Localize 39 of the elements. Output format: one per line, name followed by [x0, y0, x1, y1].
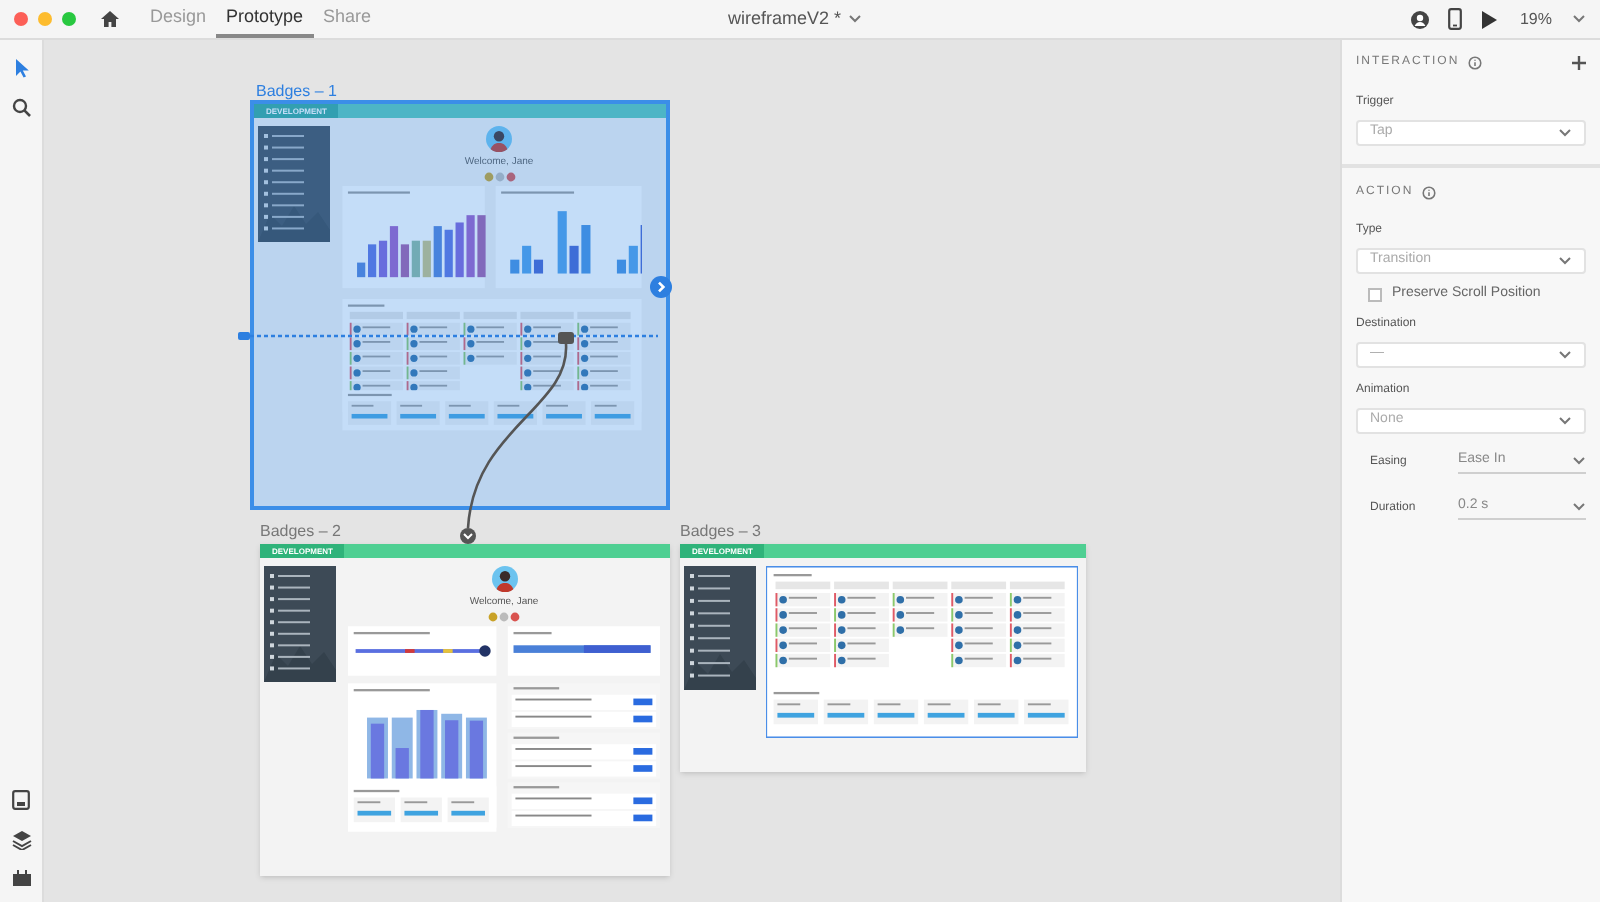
avatar-icon — [486, 126, 512, 152]
user-icon[interactable] — [1409, 9, 1430, 29]
connector-wire[interactable] — [454, 328, 578, 548]
sidebar-drawing — [684, 566, 756, 690]
home-icon[interactable] — [100, 10, 120, 28]
plus-icon[interactable] — [1572, 56, 1586, 70]
artboard-title[interactable]: Badges – 2 — [260, 520, 341, 544]
scroll-position-line[interactable] — [238, 330, 658, 342]
phone-icon[interactable] — [1447, 8, 1462, 30]
play-icon[interactable] — [1479, 9, 1498, 29]
zoom-select[interactable]: 19% — [1519, 7, 1586, 31]
close-icon[interactable] — [14, 12, 28, 26]
chevron-down-icon — [1558, 256, 1572, 266]
sidebar-drawing — [264, 566, 336, 682]
layers-icon[interactable] — [11, 830, 31, 850]
chevron-down-icon — [1558, 128, 1572, 138]
checkbox[interactable] — [1368, 287, 1382, 302]
chevron-down-icon — [847, 14, 862, 24]
info-icon[interactable] — [1467, 56, 1482, 70]
tab[interactable]: Share — [313, 0, 382, 38]
badges-icon — [483, 172, 515, 182]
tab[interactable]: Design — [140, 0, 217, 38]
artboard-title[interactable]: Badges – 3 — [680, 520, 761, 544]
chevron-down-icon — [1558, 415, 1572, 425]
plugins-icon[interactable] — [11, 868, 31, 886]
info-icon[interactable] — [1421, 186, 1436, 200]
avatar-icon — [491, 566, 517, 592]
chevron-down-icon — [1558, 349, 1572, 359]
document-title: wireframeV2 * — [728, 5, 842, 32]
badges-icon — [488, 612, 520, 622]
select-tool-icon[interactable] — [13, 58, 29, 78]
artboard-title[interactable]: Badges – 1 — [256, 80, 337, 104]
chevron-right-icon[interactable] — [650, 276, 672, 298]
chevron-down-icon — [1572, 502, 1586, 512]
chevron-down-icon — [1572, 14, 1586, 24]
sidebar-drawing — [258, 126, 330, 242]
search-icon[interactable] — [11, 98, 31, 118]
assets-icon[interactable] — [12, 790, 30, 810]
chevron-down-icon — [1572, 456, 1586, 466]
